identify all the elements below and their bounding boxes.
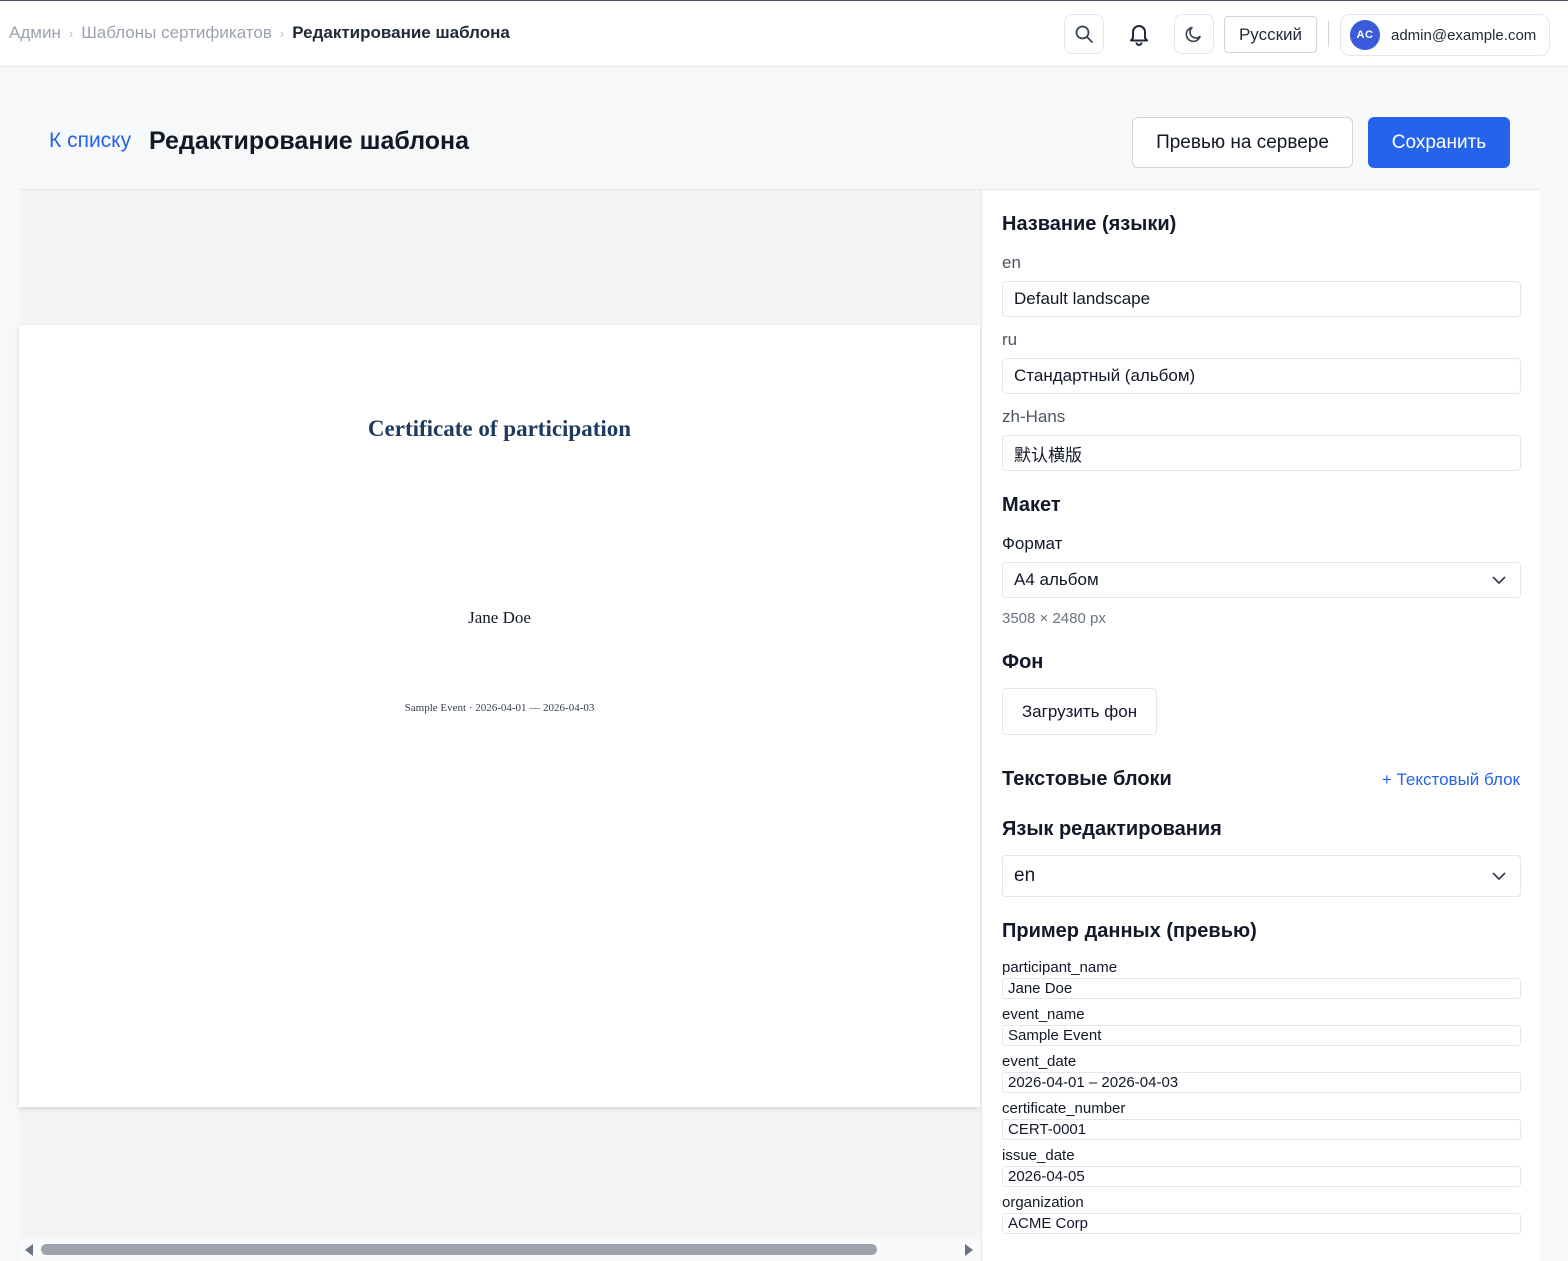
horizontal-scrollbar[interactable]	[19, 1239, 981, 1261]
edit-language-value: en	[1014, 865, 1036, 886]
add-text-block-link[interactable]: + Текстовый блок	[1382, 770, 1520, 790]
breadcrumb-separator: ›	[68, 25, 74, 41]
chevron-down-icon	[1492, 576, 1506, 584]
server-preview-button[interactable]: Превью на сервере	[1132, 117, 1353, 168]
certificate-canvas[interactable]: Certificate of participation Jane Doe Sa…	[19, 189, 981, 1261]
sample-data-heading: Пример данных (превью)	[1002, 920, 1257, 942]
top-bar: Админ › Шаблоны сертификатов › Редактиро…	[0, 0, 1568, 67]
certificate-participant-name[interactable]: Jane Doe	[19, 608, 980, 628]
certificate-title[interactable]: Certificate of participation	[19, 416, 980, 442]
save-button[interactable]: Сохранить	[1368, 117, 1510, 168]
breadcrumb-current: Редактирование шаблона	[292, 23, 510, 42]
sample-field-label: event_date	[1002, 1053, 1077, 1070]
breadcrumb: Админ › Шаблоны сертификатов › Редактиро…	[9, 23, 510, 43]
breadcrumb-separator: ›	[279, 25, 285, 41]
names-heading: Название (языки)	[1002, 213, 1177, 235]
format-size-hint: 3508 × 2480 px	[1002, 610, 1106, 627]
name-input-zh[interactable]: 默认横版	[1002, 435, 1521, 471]
sample-field-label: organization	[1002, 1194, 1084, 1211]
sample-field-input-organization[interactable]: ACME Corp	[1002, 1213, 1521, 1234]
sample-field-input-certificate-number[interactable]: CERT-0001	[1002, 1119, 1521, 1140]
moon-icon	[1185, 26, 1201, 43]
breadcrumb-templates[interactable]: Шаблоны сертификатов	[81, 23, 272, 43]
edit-language-select[interactable]: en	[1002, 855, 1521, 897]
layout-heading: Макет	[1002, 494, 1061, 516]
sample-field-input-participant-name[interactable]: Jane Doe	[1002, 978, 1521, 999]
scrollbar-track[interactable]	[41, 1244, 957, 1255]
certificate-page[interactable]: Certificate of participation Jane Doe Sa…	[19, 325, 980, 1107]
sample-field-input-event-name[interactable]: Sample Event	[1002, 1025, 1521, 1046]
format-select[interactable]: A4 альбом	[1002, 562, 1521, 598]
language-select[interactable]: Русский	[1224, 16, 1317, 53]
format-label: Формат	[1002, 534, 1063, 553]
settings-panel: Название (языки) en Default landscape ru…	[981, 189, 1540, 1261]
format-select-value: A4 альбом	[1014, 570, 1099, 589]
breadcrumb-admin[interactable]: Админ	[9, 23, 61, 43]
search-icon	[1075, 25, 1093, 43]
chevron-down-icon	[1492, 872, 1506, 880]
sample-field-label: participant_name	[1002, 959, 1118, 976]
upload-background-button[interactable]: Загрузить фон	[1002, 688, 1157, 735]
user-email: admin@example.com	[1391, 26, 1537, 44]
background-heading: Фон	[1002, 651, 1044, 673]
search-button[interactable]	[1064, 14, 1104, 54]
theme-toggle-button[interactable]	[1174, 14, 1214, 54]
name-lang-label-en: en	[1002, 253, 1021, 272]
scroll-left-icon[interactable]	[25, 1244, 33, 1256]
name-input-ru[interactable]: Стандартный (альбом)	[1002, 358, 1521, 394]
sample-field-label: event_name	[1002, 1006, 1085, 1023]
notifications-button[interactable]	[1119, 14, 1159, 54]
name-input-en[interactable]: Default landscape	[1002, 281, 1521, 317]
bell-icon	[1130, 25, 1148, 46]
divider	[1328, 21, 1329, 47]
name-lang-label-zh: zh-Hans	[1002, 407, 1066, 426]
sample-field-input-issue-date[interactable]: 2026-04-05	[1002, 1166, 1521, 1187]
sample-field-input-event-date[interactable]: 2026-04-01 – 2026-04-03	[1002, 1072, 1521, 1093]
scroll-right-icon[interactable]	[965, 1244, 973, 1256]
certificate-event-line[interactable]: Sample Event · 2026-04-01 — 2026-04-03	[19, 702, 980, 714]
avatar: AC	[1350, 20, 1380, 50]
sample-field-label: certificate_number	[1002, 1100, 1126, 1117]
text-blocks-heading: Текстовые блоки	[1002, 768, 1172, 790]
edit-language-heading: Язык редактирования	[1002, 818, 1222, 840]
back-to-list-link[interactable]: К списку	[49, 129, 131, 153]
name-lang-label-ru: ru	[1002, 330, 1018, 349]
user-menu-button[interactable]: AC admin@example.com	[1340, 14, 1550, 56]
sample-field-label: issue_date	[1002, 1147, 1075, 1164]
scrollbar-thumb[interactable]	[41, 1244, 877, 1255]
page-title: Редактирование шаблона	[149, 127, 470, 155]
